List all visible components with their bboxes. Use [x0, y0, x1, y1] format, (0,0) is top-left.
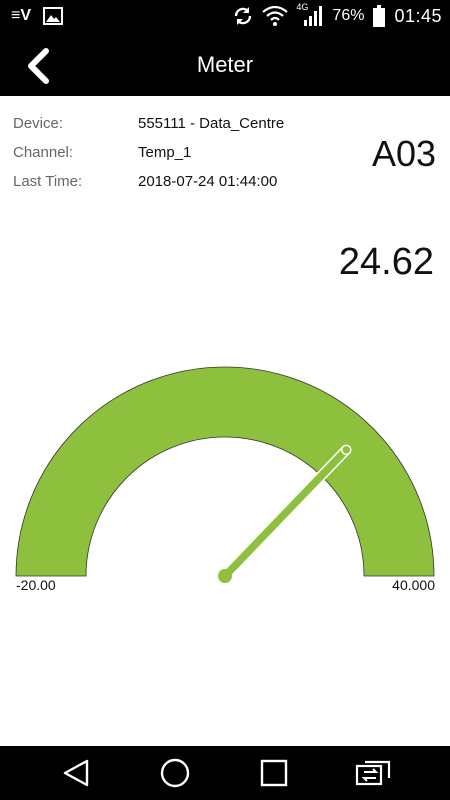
navigation-bar: [0, 746, 450, 800]
recents-square-icon: [260, 759, 288, 787]
page-title: Meter: [196, 52, 254, 77]
nav-home-button[interactable]: [157, 755, 193, 791]
gauge-needle-tip: [341, 444, 352, 456]
ev-app-icon: ≡V: [10, 7, 31, 24]
gauge: [15, 366, 435, 583]
nav-switch-app-button[interactable]: [355, 755, 391, 791]
home-circle-icon: [160, 758, 190, 788]
nav-recents-button[interactable]: [256, 755, 292, 791]
last-time-value: 2018-07-24 01:44:00: [138, 173, 278, 190]
battery-icon: [372, 5, 386, 27]
image-icon: [42, 5, 64, 27]
gauge-needle: [220, 445, 351, 581]
back-triangle-icon: [63, 759, 89, 787]
nav-back-button[interactable]: [58, 755, 94, 791]
meter-value: 24.62: [338, 241, 434, 283]
network-type-label: 4G: [296, 2, 309, 12]
sync-icon: [232, 5, 254, 27]
device-value: 555111 - Data_Centre: [138, 115, 285, 132]
channel-label: Channel:: [13, 144, 74, 161]
gauge-hub: [218, 569, 232, 583]
wifi-icon: [262, 5, 289, 27]
last-time-label: Last Time:: [13, 173, 83, 190]
channel-value: Temp_1: [138, 144, 192, 161]
signal-icon: 4G: [296, 2, 324, 27]
switch-app-icon: [355, 760, 391, 786]
clock: 01:45: [394, 5, 442, 26]
gauge-arc: [15, 366, 435, 577]
gauge-min-label: -20.00: [16, 577, 56, 593]
battery-percent: 76%: [332, 7, 365, 24]
meter-code: A03: [371, 133, 436, 174]
gauge-max-label: 40.000: [392, 577, 435, 593]
status-bar: ≡V 4G 76% 01:45: [0, 0, 450, 34]
device-label: Device:: [13, 115, 64, 132]
app-bar: Meter: [0, 34, 450, 96]
